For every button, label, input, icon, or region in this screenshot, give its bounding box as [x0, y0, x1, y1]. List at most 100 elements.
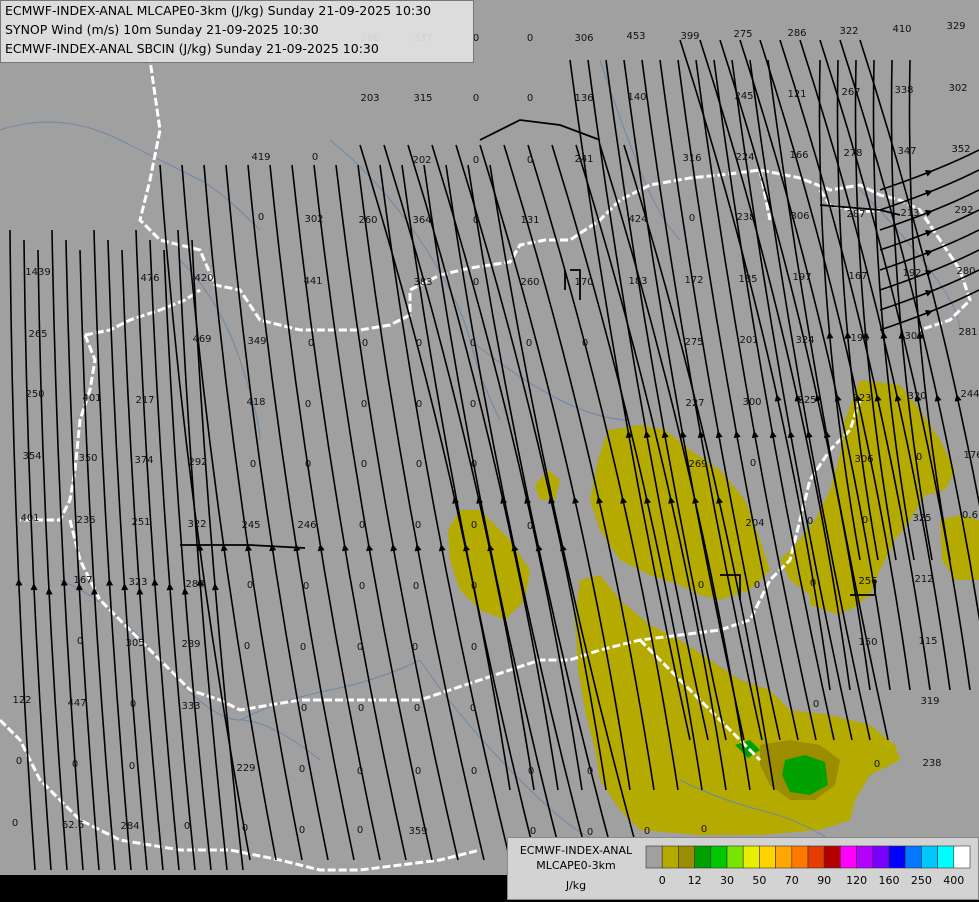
value-label: 0 — [242, 823, 248, 834]
value-label: 322 — [839, 26, 858, 37]
value-label: 238 — [736, 212, 755, 223]
value-label: 441 — [303, 276, 322, 287]
value-label: 0 — [361, 459, 367, 470]
legend-swatch — [726, 845, 744, 869]
value-label: 0 — [473, 277, 479, 288]
value-label: 0 — [471, 520, 477, 531]
value-label: 203 — [360, 93, 379, 104]
value-label: 0 — [130, 699, 136, 710]
value-label: 300 — [742, 397, 761, 408]
weather-map: 1863370030645339927528632241032920331500… — [0, 0, 979, 900]
value-label: 401 — [20, 513, 39, 524]
legend-swatch — [791, 845, 809, 869]
value-label: 292 — [954, 205, 973, 216]
legend-tick-label: 30 — [720, 874, 734, 887]
value-label: 364 — [412, 215, 431, 226]
value-label: 306 — [790, 211, 809, 222]
value-label: 302 — [304, 214, 323, 225]
value-label: 192 — [902, 268, 921, 279]
value-label: 0 — [16, 756, 22, 767]
value-label: 0 — [357, 825, 363, 836]
legend-tick-label: 12 — [688, 874, 702, 887]
value-label: 323 — [128, 577, 147, 588]
legend-swatch — [661, 845, 679, 869]
value-label: 288 — [185, 579, 204, 590]
legend-swatch — [937, 845, 955, 869]
value-label: 469 — [192, 334, 211, 345]
value-label: 0 — [471, 581, 477, 592]
value-label: 0 — [701, 824, 707, 835]
value-label: 0 — [312, 152, 318, 163]
legend-swatch — [742, 845, 760, 869]
value-label: 0 — [12, 818, 18, 829]
value-label: 280 — [956, 266, 975, 277]
value-label: 0 — [357, 642, 363, 653]
value-label: 0 — [301, 703, 307, 714]
value-label: 350 — [78, 453, 97, 464]
value-label: 0 — [471, 459, 477, 470]
value-label: 0 — [644, 826, 650, 837]
legend-title-line1: ECMWF-INDEX-ANAL — [519, 844, 633, 857]
value-label: 224 — [735, 152, 754, 163]
value-label: 0 — [305, 399, 311, 410]
value-label: 0 — [470, 338, 476, 349]
value-label: 0 — [72, 759, 78, 770]
value-label: 229 — [236, 763, 255, 774]
value-label: 286 — [787, 28, 806, 39]
value-label: 0 — [473, 93, 479, 104]
value-label: 324 — [795, 335, 814, 346]
value-label: 115 — [918, 636, 937, 647]
value-label: 225 — [797, 395, 816, 406]
value-label: 281 — [958, 327, 977, 338]
value-label: 176 — [963, 450, 979, 461]
value-label: 121 — [787, 89, 806, 100]
legend-swatch — [921, 845, 938, 869]
value-label: 410 — [892, 24, 911, 35]
legend-tick-label: 250 — [911, 874, 932, 887]
value-label: 278 — [843, 148, 862, 159]
value-label: 0 — [303, 581, 309, 592]
value-label: 0 — [305, 459, 311, 470]
value-label: 0 — [308, 338, 314, 349]
value-label: 62.6 — [62, 820, 84, 831]
value-label: 349 — [247, 336, 266, 347]
header-line-synop: SYNOP Wind (m/s) 10m Sunday 21-09-2025 1… — [5, 22, 319, 37]
value-label: 260 — [358, 215, 377, 226]
legend-swatch — [888, 845, 906, 869]
value-label: 201 — [739, 335, 758, 346]
value-label: 0 — [416, 459, 422, 470]
value-label: 306 — [574, 33, 593, 44]
value-label: 195 — [850, 333, 869, 344]
value-label: 0 — [299, 825, 305, 836]
value-label: 250 — [25, 389, 44, 400]
value-label: 0 — [813, 699, 819, 710]
value-label: 333 — [181, 701, 200, 712]
value-label: 0 — [357, 766, 363, 777]
legend-tick-label: 400 — [943, 874, 964, 887]
value-label: 0 — [250, 459, 256, 470]
value-label: 197 — [792, 272, 811, 283]
value-label: 0 — [471, 642, 477, 653]
value-label: 0 — [361, 399, 367, 410]
legend-tick-label: 70 — [785, 874, 799, 887]
value-label: 320 — [907, 391, 926, 402]
legend-swatch — [840, 845, 857, 869]
legend-tick-label: 120 — [846, 874, 867, 887]
value-label: 0 — [526, 338, 532, 349]
legend-tick-label: 50 — [752, 874, 766, 887]
legend-swatch — [872, 845, 890, 869]
value-label: 166 — [789, 150, 808, 161]
value-label: 0 — [807, 516, 813, 527]
value-label: 0 — [527, 155, 533, 166]
value-label: 453 — [626, 31, 645, 42]
value-label: 316 — [682, 153, 701, 164]
value-label: 0 — [359, 520, 365, 531]
value-label: 0 — [258, 212, 264, 223]
legend-swatch — [710, 845, 728, 869]
value-label: 256 — [858, 576, 877, 587]
legend-swatch — [904, 845, 922, 869]
value-label: 0 — [358, 703, 364, 714]
value-label: 0 — [412, 642, 418, 653]
value-label: 0 — [527, 93, 533, 104]
legend-swatch — [678, 845, 695, 869]
